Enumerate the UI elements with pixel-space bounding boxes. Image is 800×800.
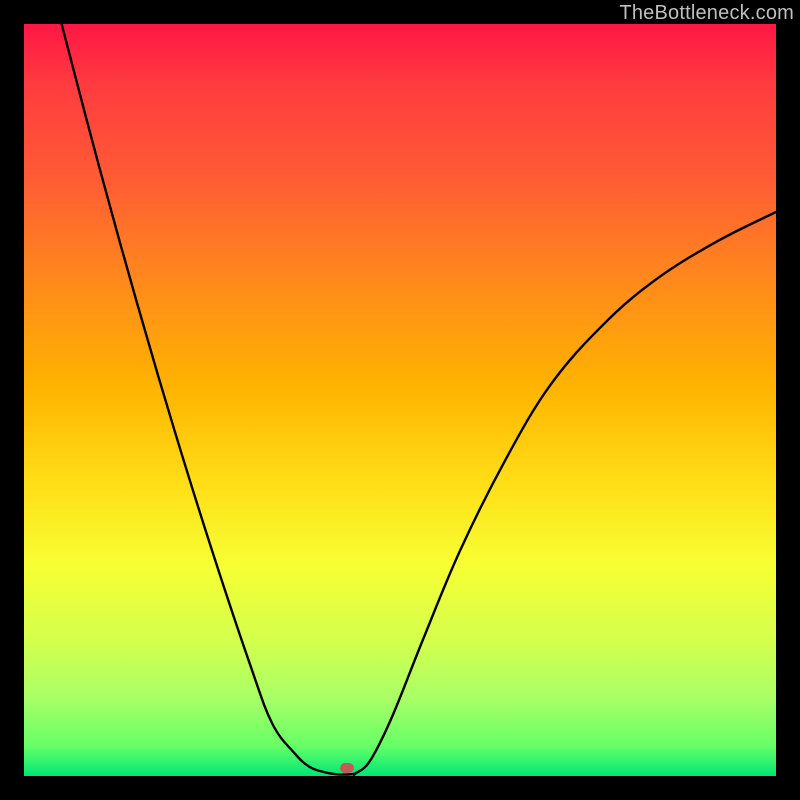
bottleneck-curve [24, 24, 776, 776]
chart-frame: TheBottleneck.com [0, 0, 800, 800]
watermark-text: TheBottleneck.com [619, 2, 794, 25]
plot-area [24, 24, 776, 776]
optimum-marker [340, 763, 354, 773]
